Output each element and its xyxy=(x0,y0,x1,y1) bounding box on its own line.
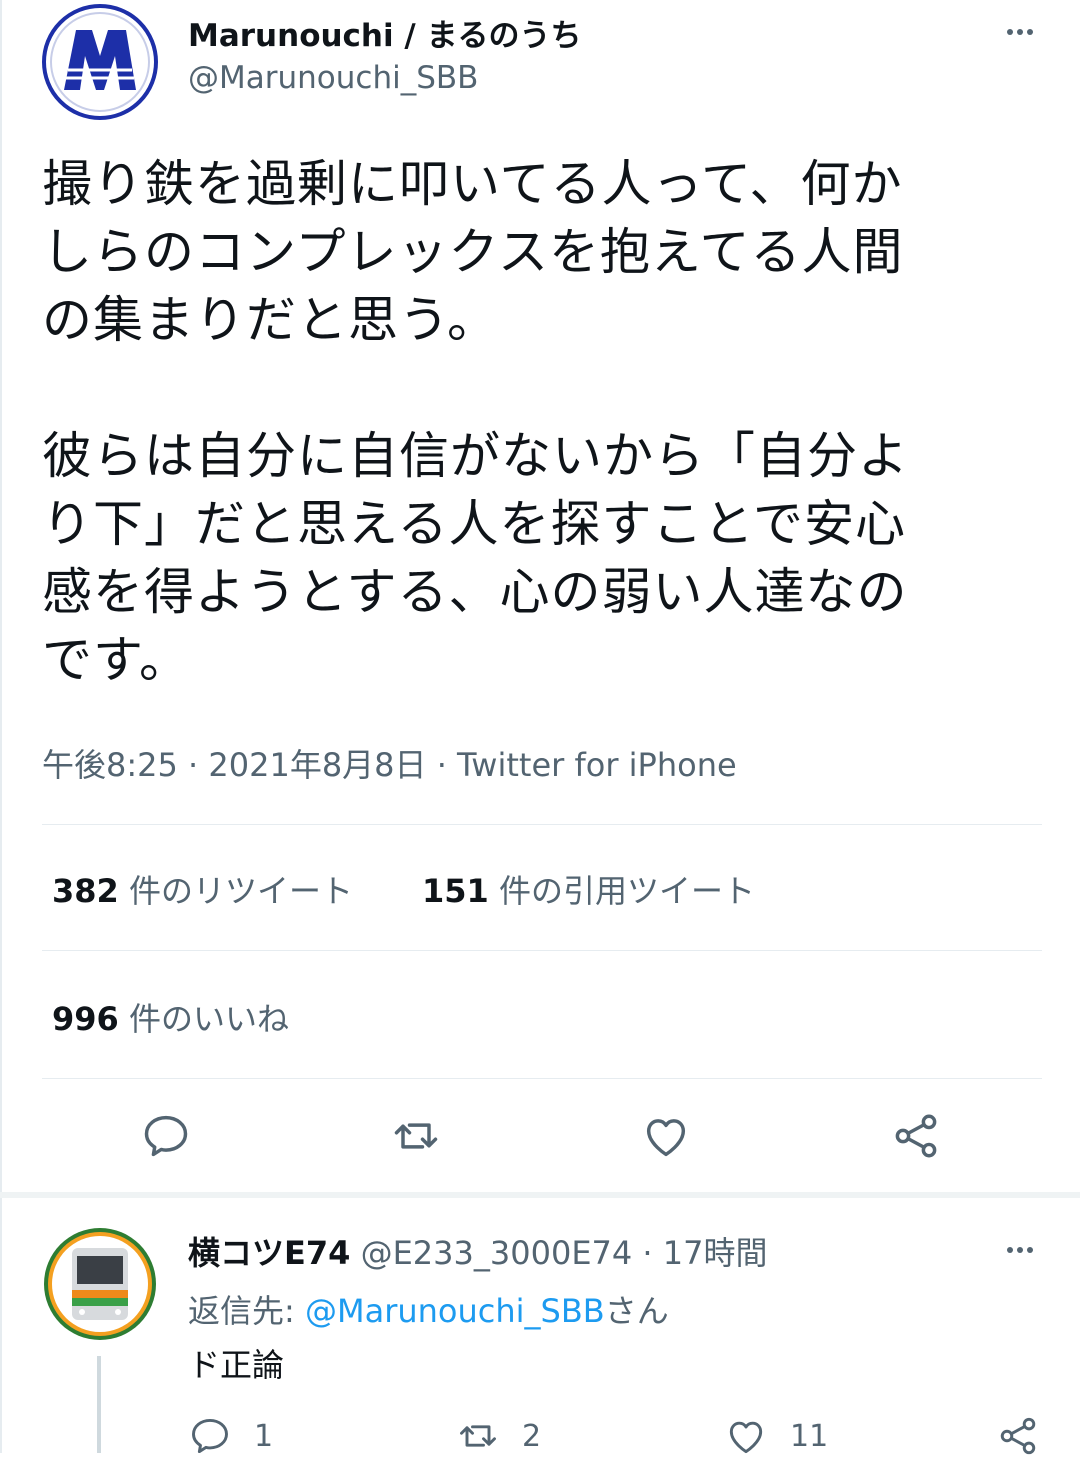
section-separator xyxy=(0,1192,1080,1198)
quote-label: 件の引用ツイート xyxy=(488,872,755,910)
like-stat[interactable]: 996 件のいいね xyxy=(52,994,289,1040)
reply-share-button[interactable] xyxy=(996,1414,1040,1458)
reply-reply-count: 1 xyxy=(254,1418,274,1454)
quote-count: 151 xyxy=(422,872,489,910)
share-icon[interactable] xyxy=(890,1110,942,1162)
more-icon[interactable] xyxy=(998,18,1042,46)
retweet-icon[interactable] xyxy=(390,1110,442,1162)
tweet-text: 撮り鉄を過剰に叩いてる人って、何か しらのコンプレックスを抱えてる人間 の集まり… xyxy=(42,150,1042,694)
like-icon[interactable] xyxy=(640,1110,692,1162)
retweet-icon xyxy=(460,1425,496,1447)
reply-avatar[interactable] xyxy=(42,1226,158,1342)
divider xyxy=(42,950,1042,951)
reply-to-line: 返信先: @Marunouchi_SBBさん xyxy=(188,1286,669,1332)
like-icon xyxy=(729,1421,763,1454)
reply-suffix: さん xyxy=(604,1292,669,1330)
reply-prefix: 返信先: xyxy=(188,1292,305,1330)
author-name[interactable]: Marunouchi / まるのうち xyxy=(188,10,582,55)
tweet-meta[interactable]: 午後8:25 · 2021年8月8日 · Twitter for iPhone xyxy=(42,740,737,786)
divider xyxy=(42,1078,1042,1079)
quote-stat[interactable]: 151 件の引用ツイート xyxy=(422,866,755,912)
reply-like-button[interactable]: 11 xyxy=(724,1414,828,1458)
divider xyxy=(42,824,1042,825)
tweet-paragraph: 彼らは自分に自信がないから「自分よ り下」だと思える人を探すことで安心 感を得よ… xyxy=(42,427,909,689)
reply-retweet-button[interactable]: 2 xyxy=(456,1414,541,1458)
reply-like-count: 11 xyxy=(790,1418,829,1454)
reply-to-handle[interactable]: @Marunouchi_SBB xyxy=(305,1292,605,1330)
retweet-stat[interactable]: 382 件のリツイート xyxy=(52,866,353,912)
reply-author-name[interactable]: 横コツE74 xyxy=(188,1234,350,1272)
thread-line xyxy=(97,1356,101,1453)
like-label: 件のいいね xyxy=(118,1000,289,1038)
like-count: 996 xyxy=(52,1000,119,1038)
share-icon xyxy=(1000,1417,1036,1455)
author-handle[interactable]: @Marunouchi_SBB xyxy=(188,60,478,96)
reply-text: ド正論 xyxy=(188,1346,285,1384)
reply-icon[interactable] xyxy=(140,1110,192,1162)
reply-reply-button[interactable]: 1 xyxy=(188,1414,273,1458)
retweet-count: 382 xyxy=(52,872,119,910)
left-edge xyxy=(0,0,2,1453)
reply-icon xyxy=(192,1418,228,1454)
tweet-paragraph: 撮り鉄を過剰に叩いてる人って、何か しらのコンプレックスを抱えてる人間 の集まり… xyxy=(42,155,904,349)
avatar[interactable] xyxy=(42,4,158,120)
reply-meta: @E233_3000E74 · 17時間 xyxy=(350,1234,768,1272)
more-icon[interactable] xyxy=(998,1236,1042,1264)
reply-retweet-count: 2 xyxy=(522,1418,542,1454)
reply-header[interactable]: 横コツE74 @E233_3000E74 · 17時間 xyxy=(188,1228,768,1274)
retweet-label: 件のリツイート xyxy=(118,872,353,910)
